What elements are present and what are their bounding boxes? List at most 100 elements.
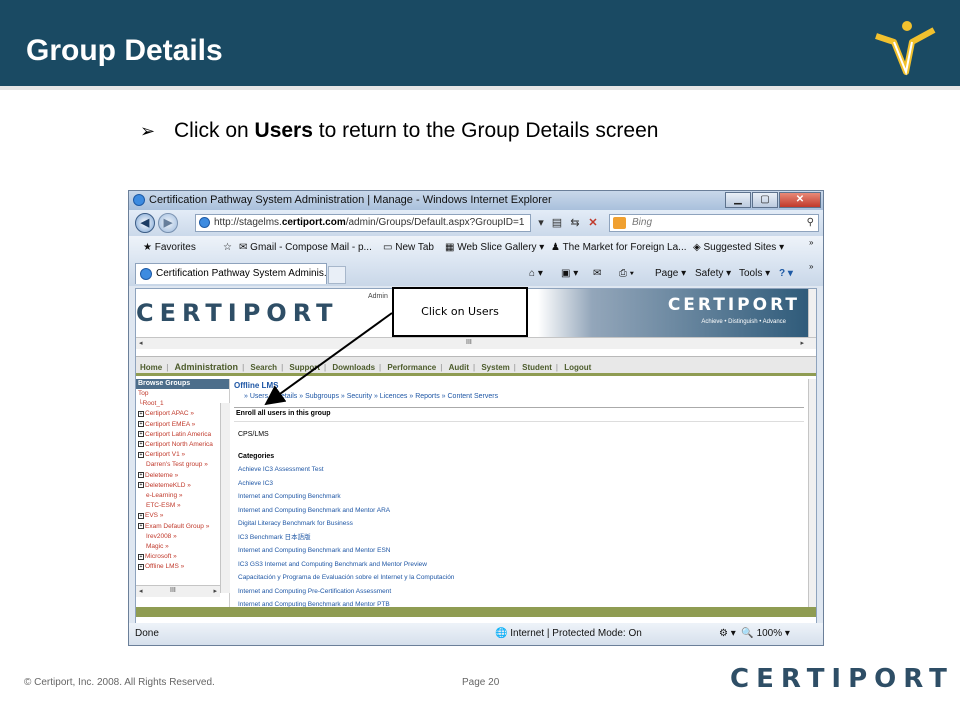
back-button[interactable]: ◀ bbox=[135, 213, 155, 233]
tab-active[interactable]: Certification Pathway System Adminis... bbox=[135, 263, 327, 284]
menu-administration[interactable]: Administration bbox=[171, 357, 243, 372]
stop-icon[interactable]: ✕ bbox=[585, 215, 601, 231]
expand-icon[interactable]: + bbox=[138, 553, 144, 560]
enroll-all-link[interactable]: Enroll all users in this group bbox=[234, 407, 804, 422]
tree-item[interactable]: e-Learning » bbox=[138, 491, 229, 501]
help-icon[interactable]: ? ▾ bbox=[779, 268, 793, 279]
tools-menu[interactable]: Tools ▾ bbox=[739, 268, 770, 279]
footer-page-number: Page 20 bbox=[462, 677, 500, 688]
tree-item[interactable]: + Offline LMS » bbox=[138, 562, 229, 572]
tree-item[interactable]: ETC-ESM » bbox=[138, 501, 229, 511]
menu-logout[interactable]: Logout bbox=[560, 358, 595, 372]
dropdown-icon[interactable]: ▾ bbox=[533, 215, 549, 231]
category-link[interactable]: Internet and Computing Benchmark and Men… bbox=[238, 544, 454, 558]
header-hscrollbar[interactable]: ◂ III ▸ bbox=[136, 337, 816, 349]
tree-item[interactable]: + DeletemeKLD » bbox=[138, 481, 229, 491]
close-button[interactable]: ✕ bbox=[779, 192, 821, 208]
tree-item[interactable]: + EVS » bbox=[138, 511, 229, 521]
category-link[interactable]: Digital Literacy Benchmark for Business bbox=[238, 517, 454, 531]
tree-item[interactable]: Magic » bbox=[138, 542, 229, 552]
fav-gmail[interactable]: ✉ Gmail - Compose Mail - p... bbox=[239, 242, 372, 253]
tree-item[interactable]: + Deleteme » bbox=[138, 471, 229, 481]
expand-icon[interactable]: + bbox=[138, 441, 144, 448]
page-menu[interactable]: Page ▾ bbox=[655, 268, 686, 279]
expand-icon[interactable]: + bbox=[138, 563, 144, 570]
tree-vscrollbar[interactable] bbox=[220, 403, 230, 593]
window-titlebar: Certification Pathway System Administrat… bbox=[129, 191, 823, 210]
feeds-icon[interactable]: ▣ ▾ bbox=[561, 268, 578, 279]
tree-item[interactable]: + Certiport Latin America bbox=[138, 430, 229, 440]
expand-icon[interactable]: + bbox=[138, 451, 144, 458]
minimize-button[interactable]: ▁ bbox=[725, 192, 751, 208]
search-icon[interactable]: ⚲ bbox=[807, 215, 814, 231]
menu-audit[interactable]: Audit bbox=[445, 358, 473, 372]
tab-title: Certification Pathway System Adminis... bbox=[156, 268, 327, 279]
expand-icon[interactable]: + bbox=[138, 471, 144, 478]
category-link[interactable]: Achieve IC3 bbox=[238, 477, 454, 491]
tree-item[interactable]: └Root_1 bbox=[138, 399, 229, 409]
tree-item[interactable]: + Certiport APAC » bbox=[138, 409, 229, 419]
tree-item-label: Exam Default Group » bbox=[145, 522, 210, 530]
security-zone: 🌐 Internet | Protected Mode: On bbox=[495, 628, 642, 639]
tree-item[interactable]: + Certiport EMEA » bbox=[138, 420, 229, 430]
forward-button[interactable]: ▶ bbox=[158, 213, 178, 233]
category-link[interactable]: IC3 Benchmark 日本語版 bbox=[238, 531, 454, 545]
tree-item[interactable]: Darren's Test group » bbox=[138, 460, 229, 470]
refresh-icon[interactable]: ⇆ bbox=[567, 215, 583, 231]
add-favorite-icon[interactable]: ☆ bbox=[223, 242, 232, 253]
menu-student[interactable]: Student bbox=[518, 358, 556, 372]
expand-icon[interactable]: + bbox=[138, 482, 144, 489]
overflow-icon[interactable]: » bbox=[809, 238, 813, 247]
fav-market[interactable]: ♟ The Market for Foreign La... bbox=[551, 242, 687, 253]
compatibility-icon[interactable]: ▤ bbox=[549, 215, 565, 231]
fav-web-slice[interactable]: ▦ Web Slice Gallery ▾ bbox=[445, 242, 544, 253]
fav-suggested-sites[interactable]: ◈ Suggested Sites ▾ bbox=[693, 242, 784, 253]
menu-performance[interactable]: Performance bbox=[383, 358, 440, 372]
footer-logo: CERTIPORT bbox=[730, 664, 954, 694]
tree-item[interactable]: + Exam Default Group » bbox=[138, 522, 229, 532]
group-subnav[interactable]: » Users » Details » Subgroups » Security… bbox=[244, 393, 804, 400]
content-vscrollbar[interactable] bbox=[808, 379, 816, 607]
header-rule bbox=[0, 86, 960, 90]
print-icon[interactable]: ⎙ ▾ bbox=[619, 268, 634, 279]
browser-window: Certification Pathway System Administrat… bbox=[128, 190, 824, 646]
url-input[interactable]: http://stagelms.certiport.com/admin/Grou… bbox=[195, 214, 531, 232]
search-input[interactable]: Bing ⚲ bbox=[609, 214, 819, 232]
tree-item[interactable]: Irev2008 » bbox=[138, 532, 229, 542]
expand-icon[interactable]: + bbox=[138, 512, 144, 519]
tree-item-label: DeletemeKLD » bbox=[145, 481, 191, 489]
search-placeholder: Bing bbox=[632, 217, 653, 228]
maximize-button[interactable]: ▢ bbox=[752, 192, 778, 208]
favorites-button[interactable]: ★ Favorites bbox=[143, 242, 196, 253]
tree-item[interactable]: + Certiport V1 » bbox=[138, 450, 229, 460]
expand-icon[interactable]: + bbox=[138, 420, 144, 427]
tree-item[interactable]: Top bbox=[138, 389, 229, 399]
zoom-level[interactable]: ⚙ ▾ 🔍 100% ▾ bbox=[719, 628, 790, 639]
category-link[interactable]: Internet and Computing Pre-Certification… bbox=[238, 585, 454, 599]
category-link[interactable]: Internet and Computing Benchmark and Men… bbox=[238, 504, 454, 518]
mail-icon[interactable]: ✉ bbox=[593, 268, 601, 279]
tree-item[interactable]: + Certiport North America bbox=[138, 440, 229, 450]
cmd-overflow-icon[interactable]: » bbox=[809, 262, 813, 271]
menu-support[interactable]: Support bbox=[285, 358, 324, 372]
home-icon[interactable]: ⌂ ▾ bbox=[529, 268, 543, 279]
expand-icon[interactable]: + bbox=[138, 522, 144, 529]
fav-new-tab[interactable]: ▭ New Tab bbox=[383, 242, 434, 253]
menu-downloads[interactable]: Downloads bbox=[328, 358, 379, 372]
category-link[interactable]: Capacitación y Programa de Evaluación so… bbox=[238, 571, 454, 585]
expand-icon[interactable]: + bbox=[138, 431, 144, 438]
tree-item-label: e-Learning » bbox=[146, 492, 183, 500]
expand-icon[interactable]: + bbox=[138, 410, 144, 417]
safety-menu[interactable]: Safety ▾ bbox=[695, 268, 731, 279]
new-tab-button[interactable] bbox=[328, 266, 346, 284]
tree-item[interactable]: + Microsoft » bbox=[138, 552, 229, 562]
tree-hscrollbar[interactable]: ◂ III ▸ bbox=[136, 585, 220, 597]
category-link[interactable]: IC3 GS3 Internet and Computing Benchmark… bbox=[238, 558, 454, 572]
menu-search[interactable]: Search bbox=[246, 358, 281, 372]
admin-tag: Admin bbox=[368, 293, 388, 300]
category-link[interactable]: Achieve IC3 Assessment Test bbox=[238, 463, 454, 477]
menu-system[interactable]: System bbox=[477, 358, 513, 372]
menu-home[interactable]: Home bbox=[136, 358, 166, 372]
category-link[interactable]: Internet and Computing Benchmark bbox=[238, 490, 454, 504]
header-vscrollbar[interactable] bbox=[808, 289, 816, 337]
